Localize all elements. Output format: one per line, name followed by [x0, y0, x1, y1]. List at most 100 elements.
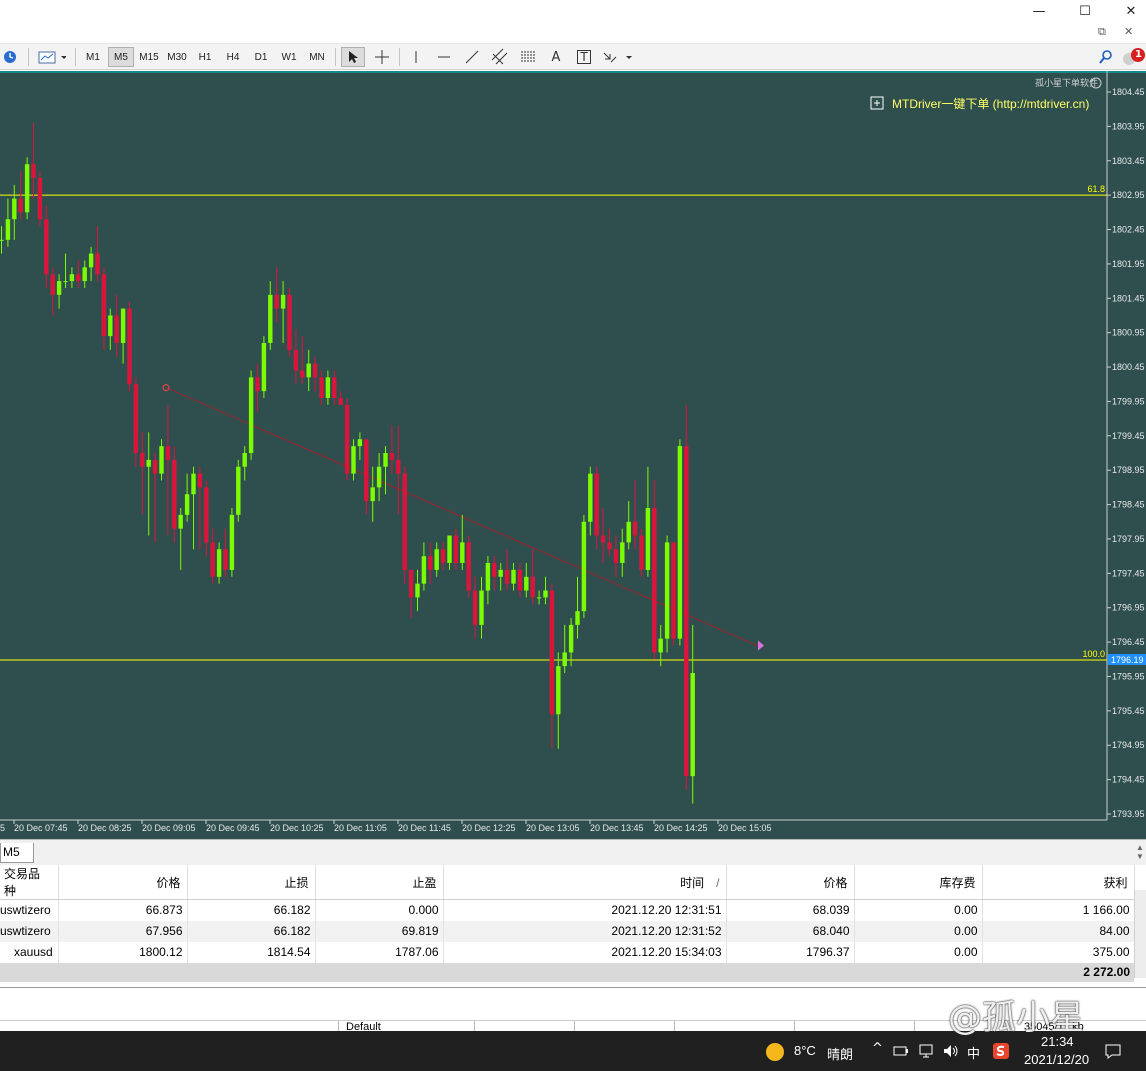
candle-body-bear [428, 556, 433, 570]
tray-chevron-icon[interactable]: ^ [872, 1041, 883, 1056]
notification-icon[interactable]: 1 [1120, 47, 1146, 67]
price-tick-label: 1795.95 [1112, 671, 1145, 681]
weather-sun-icon[interactable] [765, 1042, 785, 1062]
table-row[interactable]: uswtizero 67.956 66.182 69.819 2021.12.2… [0, 920, 1135, 942]
cell-stop-loss: 66.182 [187, 920, 316, 942]
col-swap[interactable]: 库存费 [854, 865, 983, 900]
action-center-icon[interactable] [1104, 1042, 1122, 1060]
vertical-line-icon[interactable] [404, 47, 428, 67]
clock-icon[interactable] [0, 47, 24, 67]
weather-temp[interactable]: 8°C [794, 1043, 816, 1058]
candle-body-bull [677, 446, 683, 639]
tf-d1-button[interactable]: D1 [248, 47, 274, 67]
fibonacci-icon[interactable] [516, 47, 540, 67]
col-time[interactable]: 时间 / [443, 865, 727, 900]
ime-indicator[interactable]: 中 [967, 1043, 980, 1062]
col-take-profit[interactable]: 止盈 [315, 865, 444, 900]
candle-body-bear [274, 294, 279, 309]
price-tick-label: 1804.45 [1112, 87, 1145, 97]
table-row[interactable]: xauusd 1800.12 1814.54 1787.06 2021.12.2… [0, 941, 1135, 963]
time-tick-label: 20 Dec 11:05 [334, 823, 387, 833]
tf-h4-button[interactable]: H4 [220, 47, 246, 67]
tf-m1-button[interactable]: M1 [80, 47, 106, 67]
tf-m30-button[interactable]: M30 [164, 47, 190, 67]
cell-symbol: xauusd [0, 941, 59, 963]
candle-body-bull [626, 521, 631, 543]
text-tool-icon[interactable]: A [544, 47, 568, 67]
mdi-restore-button[interactable]: ⧉ [1098, 25, 1106, 39]
candle-body-bull [556, 666, 561, 715]
cell-take-profit: 1787.06 [315, 941, 444, 963]
candle-body-bear [133, 384, 139, 453]
sort-indicator-icon: / [716, 875, 720, 890]
text-label-icon[interactable]: T [572, 47, 596, 67]
candle-body-bull [56, 281, 62, 295]
chart-tab-m5[interactable]: M5 [0, 843, 34, 863]
col-profit[interactable]: 获利 [982, 865, 1135, 900]
candle-body-bull [268, 294, 273, 343]
tf-m5-button[interactable]: M5 [108, 47, 134, 67]
search-icon[interactable] [1094, 47, 1118, 67]
col-open-price[interactable]: 价格 [58, 865, 188, 900]
time-tick-label: 20 Dec 10:25 [270, 823, 324, 833]
mdi-close-button[interactable]: ✕ [1124, 25, 1133, 38]
chart-type-icon[interactable] [33, 47, 69, 67]
tf-w1-button[interactable]: W1 [276, 47, 302, 67]
terminal-scrollbar[interactable] [1134, 890, 1146, 978]
price-tick-label: 1793.95 [1112, 809, 1145, 819]
price-chart[interactable]: 1804.45 1803.95 1803.45 1802.95 1802.45 1801.… [0, 71, 1146, 839]
time-tick-label: 20 Dec 14:25 [654, 823, 708, 833]
col-current-price[interactable]: 价格 [726, 865, 855, 900]
time-tick-label: 20 Dec 09:45 [206, 823, 260, 833]
candle-body-bear [684, 446, 689, 777]
table-total-row: 2 272.00 [0, 962, 1134, 982]
cell-current-price: 68.040 [726, 920, 855, 942]
close-button[interactable]: ✕ [1108, 0, 1146, 22]
clock-date[interactable]: 2021/12/20 [1024, 1052, 1089, 1067]
arrows-tool-icon[interactable] [600, 47, 636, 67]
candle-body-bear [18, 198, 23, 213]
sogou-ime-icon[interactable] [992, 1042, 1010, 1060]
volume-icon[interactable] [942, 1043, 960, 1059]
cell-open-price: 67.956 [58, 920, 188, 942]
price-tick-label: 1802.45 [1112, 225, 1145, 235]
fib-level-label: 61.8 [1087, 184, 1105, 194]
candle-body-bear [632, 521, 638, 536]
horizontal-line-icon[interactable] [432, 47, 456, 67]
table-row[interactable]: uswtizero 66.873 66.182 0.000 2021.12.20… [0, 899, 1135, 921]
trend-line-icon[interactable] [460, 47, 484, 67]
equidistant-channel-icon[interactable] [488, 47, 512, 67]
candle-body-bull [568, 624, 574, 653]
candle-body-bear [613, 549, 619, 564]
price-tick-label: 1794.45 [1112, 775, 1145, 785]
col-symbol[interactable]: 交易品种 [0, 865, 59, 900]
col-stop-loss[interactable]: 止损 [187, 865, 316, 900]
candle-body-bull [370, 487, 375, 502]
candle-body-bull [664, 542, 670, 639]
chart-canvas[interactable]: 1804.45 1803.95 1803.45 1802.95 1802.45 1801.… [0, 71, 1146, 839]
candle-body-bear [101, 274, 107, 337]
minimize-button[interactable]: — [1016, 0, 1062, 22]
tab-scroll-arrows[interactable]: ▲ ▼ [1136, 843, 1144, 861]
candle-body-bull [5, 219, 11, 240]
crosshair-icon[interactable] [370, 47, 394, 67]
watermark-text: @孤小星 [948, 998, 1084, 1038]
candle-body-bear [453, 535, 459, 564]
tf-h1-button[interactable]: H1 [192, 47, 218, 67]
tf-m15-button[interactable]: M15 [136, 47, 162, 67]
cell-symbol: uswtizero [0, 920, 59, 942]
candle-body-bear [95, 253, 100, 275]
price-tick-label: 1798.95 [1112, 465, 1145, 475]
cursor-arrow-icon[interactable] [341, 47, 365, 67]
maximize-button[interactable]: ☐ [1062, 0, 1108, 22]
tf-mn-button[interactable]: MN [304, 47, 330, 67]
mdi-strip: ⧉ ✕ [0, 22, 1146, 44]
candle-body-bull [447, 535, 452, 564]
candle-body-bull [306, 363, 311, 378]
cell-stop-loss: 66.182 [187, 899, 316, 921]
battery-icon[interactable] [893, 1044, 909, 1058]
weather-desc[interactable]: 晴朗 [827, 1044, 853, 1063]
candle-body-bull [63, 281, 68, 283]
candle-body-bull [658, 638, 663, 653]
network-icon[interactable] [918, 1043, 934, 1059]
